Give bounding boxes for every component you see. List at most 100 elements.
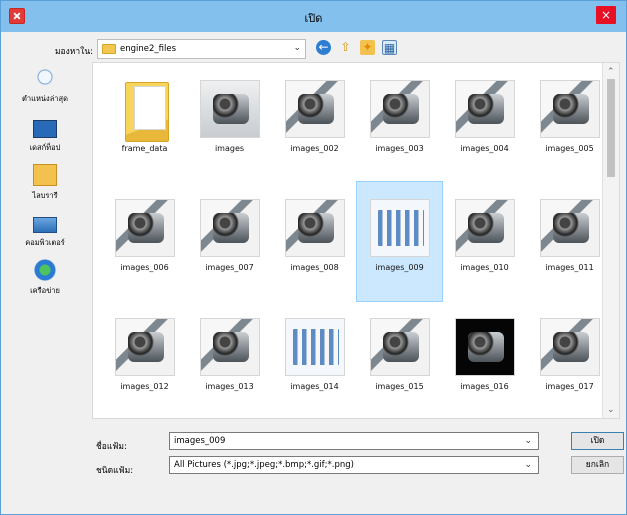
file-item[interactable]: images_012 <box>102 301 187 418</box>
image-thumbnail <box>454 199 515 257</box>
chevron-down-icon: ⌄ <box>293 43 301 53</box>
close-button[interactable]: × <box>596 6 616 24</box>
look-in-dropdown[interactable]: engine2_files ⌄ <box>97 39 306 59</box>
open-file-dialog: เปิด × มองหาใน: engine2_files ⌄ ← ⇧ ✦ ▦ … <box>0 0 627 515</box>
file-name-label: images_012 <box>120 382 169 391</box>
arrow-left-icon[interactable]: ← <box>316 40 331 55</box>
place-network[interactable]: เครือข่าย <box>10 259 80 297</box>
file-name-label: images_003 <box>375 144 424 153</box>
file-name-label: images_017 <box>545 382 594 391</box>
file-name-label: images_013 <box>205 382 254 391</box>
view-menu-icon[interactable]: ▦ <box>382 40 397 55</box>
title-bar: เปิด × <box>1 1 626 32</box>
file-item[interactable]: images_006 <box>102 182 187 301</box>
folder-up-icon[interactable]: ⇧ <box>338 40 353 55</box>
image-thumbnail <box>539 80 600 138</box>
file-item-selected[interactable]: images_009 <box>356 181 443 302</box>
file-item[interactable]: images_002 <box>272 63 357 182</box>
file-name-label: images_006 <box>120 263 169 272</box>
chevron-down-icon[interactable]: ⌄ <box>524 460 532 470</box>
file-name-label: frame_data <box>121 144 168 153</box>
image-thumbnail <box>284 199 345 257</box>
libraries-icon <box>33 164 57 186</box>
image-thumbnail <box>199 80 260 138</box>
folder-icon <box>102 44 116 54</box>
file-name-label: images_015 <box>375 382 424 391</box>
file-type-select[interactable]: All Pictures (*.jpg;*.jpeg;*.bmp;*.gif;*… <box>169 456 539 474</box>
places-bar: ตำแหน่งล่าสุด เดสก์ท็อป ไลบรารี คอมพิวเต… <box>10 67 80 295</box>
file-name-label: images <box>214 144 245 153</box>
file-type-label: ชนิดแฟ้ม: <box>96 466 134 476</box>
image-thumbnail <box>284 318 345 376</box>
computer-icon <box>33 217 57 233</box>
file-item[interactable]: frame_data <box>102 63 187 182</box>
image-thumbnail <box>114 318 175 376</box>
file-grid: frame_data images images_002 images_003 … <box>102 63 612 418</box>
place-label: ไลบรารี <box>32 191 58 200</box>
desktop-icon <box>33 120 57 138</box>
image-thumbnail <box>369 199 430 257</box>
folder-icon <box>121 80 169 142</box>
file-name-input[interactable]: images_009 ⌄ <box>169 432 539 450</box>
open-button[interactable]: เปิด <box>571 432 624 450</box>
file-name-label: images_016 <box>460 382 509 391</box>
file-item[interactable]: images_003 <box>357 63 442 182</box>
place-label: ตำแหน่งล่าสุด <box>22 94 68 103</box>
file-name-label: images_010 <box>460 263 509 272</box>
file-name-label: images_009 <box>375 263 424 272</box>
file-item[interactable]: images_013 <box>187 301 272 418</box>
image-thumbnail <box>199 199 260 257</box>
file-item[interactable]: images <box>187 63 272 182</box>
new-folder-icon[interactable]: ✦ <box>360 40 375 55</box>
file-name-label: images_011 <box>545 263 594 272</box>
file-name-label: images_002 <box>290 144 339 153</box>
place-desktop[interactable]: เดสก์ท็อป <box>10 117 80 154</box>
network-icon <box>33 259 57 281</box>
vertical-scrollbar[interactable]: ⌃ ⌄ <box>602 63 619 418</box>
file-name-label: images_014 <box>290 382 339 391</box>
place-label: เดสก์ท็อป <box>29 143 61 152</box>
scroll-down-icon[interactable]: ⌄ <box>607 405 615 415</box>
image-thumbnail <box>539 318 600 376</box>
look-in-label: มองหาใน: <box>54 47 93 57</box>
file-item[interactable]: images_011 <box>527 182 612 301</box>
file-type-value: All Pictures (*.jpg;*.jpeg;*.bmp;*.gif;*… <box>174 460 354 470</box>
image-thumbnail <box>369 318 430 376</box>
place-label: คอมพิวเตอร์ <box>25 238 65 247</box>
window-title: เปิด <box>304 12 323 25</box>
chevron-down-icon[interactable]: ⌄ <box>524 436 532 446</box>
file-item[interactable]: images_008 <box>272 182 357 301</box>
place-label: เครือข่าย <box>30 286 60 295</box>
file-name-label: images_004 <box>460 144 509 153</box>
place-computer[interactable]: คอมพิวเตอร์ <box>10 213 80 249</box>
look-in-value: engine2_files <box>120 44 177 54</box>
file-name-label: images_007 <box>205 263 254 272</box>
place-recent[interactable]: ตำแหน่งล่าสุด <box>10 67 80 105</box>
file-item[interactable]: images_015 <box>357 301 442 418</box>
cancel-button[interactable]: ยกเลิก <box>571 456 624 474</box>
file-name-label: images_005 <box>545 144 594 153</box>
folder-toolbar: ← ⇧ ✦ ▦ <box>316 40 397 55</box>
file-item[interactable]: images_010 <box>442 182 527 301</box>
file-item[interactable]: images_016 <box>442 301 527 418</box>
image-thumbnail <box>284 80 345 138</box>
file-name-label: ชื่อแฟ้ม: <box>96 442 127 452</box>
file-name-label: images_008 <box>290 263 339 272</box>
file-name-value: images_009 <box>174 436 226 446</box>
scrollbar-thumb[interactable] <box>607 79 615 177</box>
image-thumbnail <box>454 80 515 138</box>
image-thumbnail <box>114 199 175 257</box>
recent-places-icon <box>33 67 57 89</box>
file-list-view[interactable]: frame_data images images_002 images_003 … <box>92 62 620 419</box>
image-thumbnail <box>454 318 515 376</box>
file-item[interactable]: images_007 <box>187 182 272 301</box>
image-thumbnail <box>539 199 600 257</box>
image-thumbnail <box>369 80 430 138</box>
place-libraries[interactable]: ไลบรารี <box>10 164 80 202</box>
file-item[interactable]: images_017 <box>527 301 612 418</box>
scroll-up-icon[interactable]: ⌃ <box>607 67 615 77</box>
file-item[interactable]: images_004 <box>442 63 527 182</box>
file-item[interactable]: images_014 <box>272 301 357 418</box>
image-thumbnail <box>199 318 260 376</box>
file-item[interactable]: images_005 <box>527 63 612 182</box>
